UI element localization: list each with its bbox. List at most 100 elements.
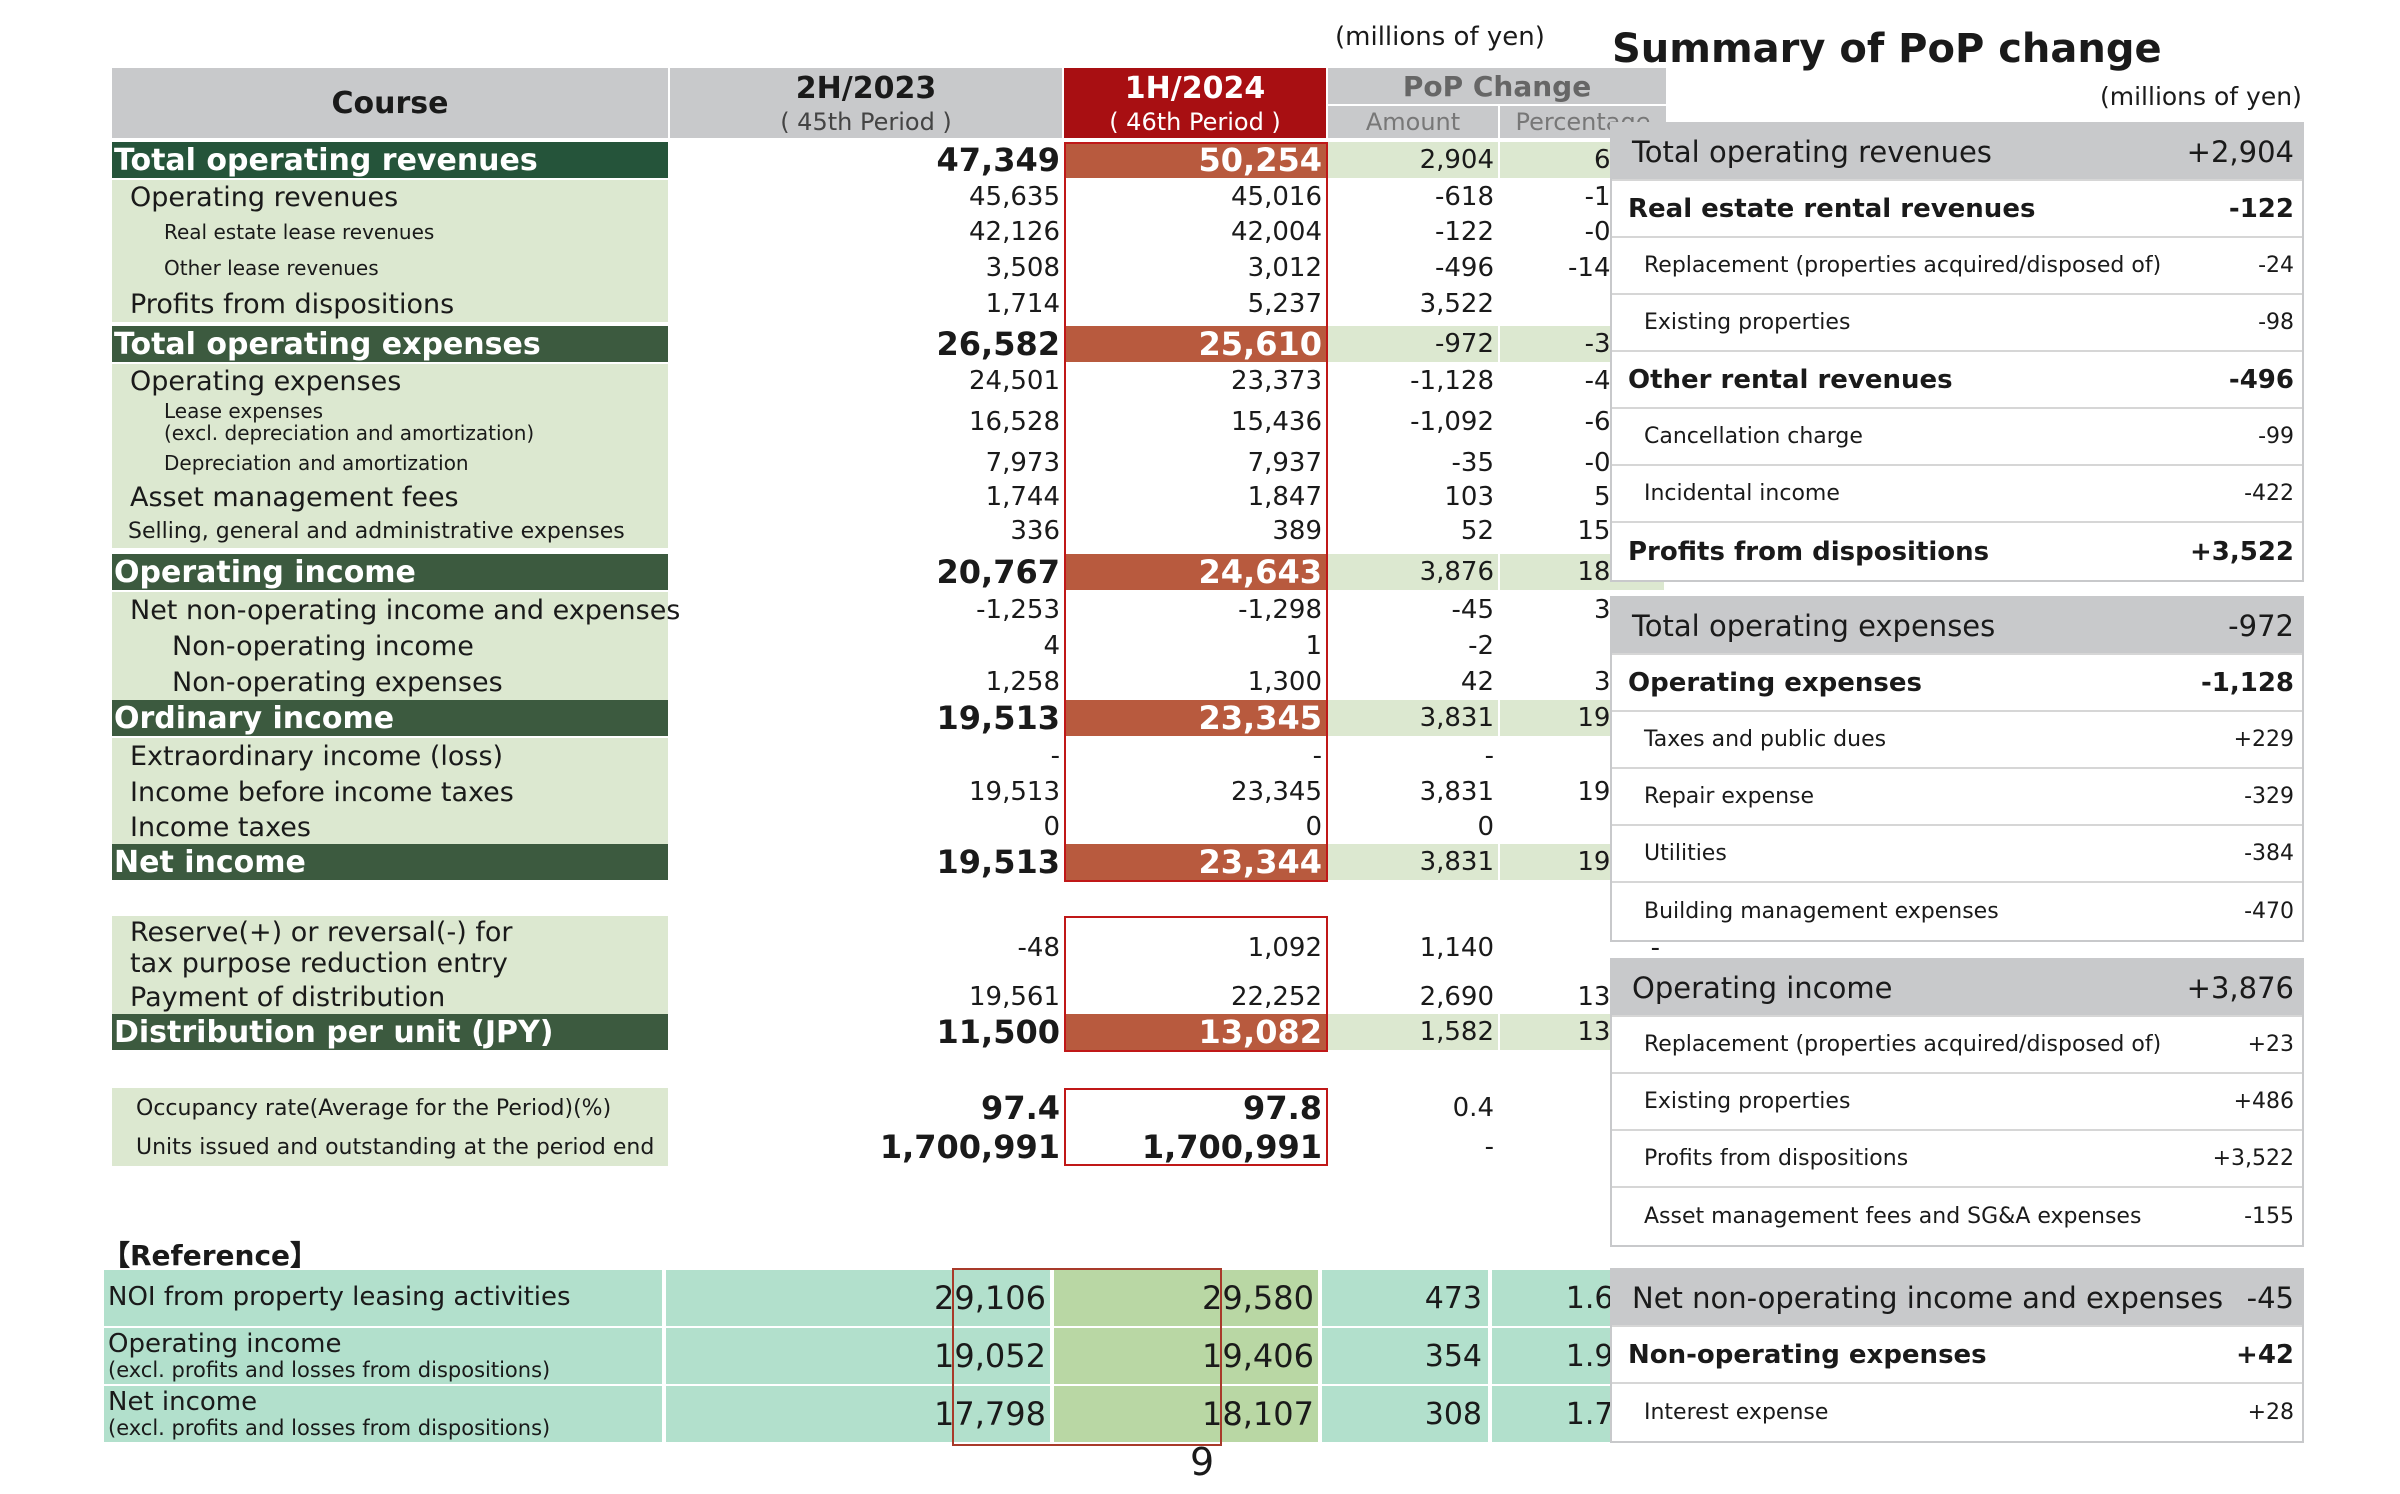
value-2h2023: 20,767 xyxy=(936,553,1060,591)
summary-row: Non-operating expenses +42 xyxy=(1612,1327,2302,1384)
value-1h2024: -1,298 xyxy=(1238,595,1322,625)
header-amount: Amount xyxy=(1328,106,1498,138)
summary-value: +3,522 xyxy=(2212,1146,2294,1171)
summary-label: Incidental income xyxy=(1644,481,1840,506)
value-2h2023: 19,513 xyxy=(936,699,1060,737)
value-amount: 3,831 xyxy=(1328,844,1498,880)
row-label: Extraordinary income (loss) xyxy=(112,738,668,774)
value-amount: -122 xyxy=(1434,217,1494,247)
value-amount: 0 xyxy=(1477,812,1494,842)
value-2h2023: 4 xyxy=(1043,631,1060,661)
summary-row: Building management expenses -470 xyxy=(1612,883,2302,940)
row-label: Operating income xyxy=(112,554,668,590)
value-2h2023: 1,258 xyxy=(985,667,1060,697)
summary-value: +2,904 xyxy=(2186,134,2294,169)
row-label: Total operating revenues xyxy=(112,142,668,178)
summary-row: Operating expenses -1,128 xyxy=(1612,655,2302,712)
value-1h2024: 7,937 xyxy=(1247,448,1322,478)
summary-row: Total operating expenses -972 xyxy=(1612,598,2302,655)
row-label: Operating revenues xyxy=(112,180,668,214)
value-amount: -618 xyxy=(1434,182,1494,212)
reference-label: Net income (excl. profits and losses fro… xyxy=(104,1386,662,1442)
value-1h2024: 1,092 xyxy=(1247,933,1322,963)
value-1h2024: 5,237 xyxy=(1247,289,1322,319)
row-label: Asset management fees xyxy=(112,480,668,514)
row-label: Non-operating income xyxy=(112,628,668,664)
row-label: Real estate lease revenues xyxy=(112,214,668,250)
summary-value: -99 xyxy=(2258,424,2294,449)
value-2h2023: 0 xyxy=(1043,812,1060,842)
summary-value: -45 xyxy=(2246,1280,2294,1315)
summary-label: Existing properties xyxy=(1644,310,1851,335)
value-amount: 103 xyxy=(1444,482,1494,512)
row-label: Operating expenses xyxy=(112,364,668,398)
value-amount: -2 xyxy=(1468,631,1494,661)
summary-label: Net non-operating income and expenses xyxy=(1632,1280,2224,1315)
reference-label-line1: Net income xyxy=(108,1387,258,1418)
reference-title: 【Reference】 xyxy=(102,1239,319,1272)
value-amount: 3,522 xyxy=(1419,289,1494,319)
row-label: Non-operating expenses xyxy=(112,664,668,700)
summary-label: Repair expense xyxy=(1644,784,1815,809)
value-2h2023: 97.4 xyxy=(981,1089,1060,1127)
value-amount: -45 xyxy=(1451,595,1494,625)
value-1h2024: 42,004 xyxy=(1231,217,1322,247)
summary-panel-expenses: Total operating expenses -972 Operating e… xyxy=(1610,596,2304,942)
value-2h2023: 47,349 xyxy=(936,141,1060,179)
value-2h2023: 1,714 xyxy=(985,289,1060,319)
summary-value: -496 xyxy=(2228,364,2294,395)
value-amount: 3,831 xyxy=(1419,777,1494,807)
value-2h2023: 42,126 xyxy=(969,217,1060,247)
summary-panel-non-operating: Net non-operating income and expenses -45… xyxy=(1610,1268,2304,1443)
summary-label: Replacement (properties acquired/dispose… xyxy=(1644,253,2162,278)
row-label: Ordinary income xyxy=(112,700,668,736)
row-label-line1: Lease expenses xyxy=(164,399,324,423)
value-1h2024: 23,345 xyxy=(1064,699,1326,737)
summary-unit-note: (millions of yen) xyxy=(2100,82,2302,111)
summary-value: -384 xyxy=(2244,841,2294,866)
summary-row: Other rental revenues -496 xyxy=(1612,352,2302,409)
value-amount: -35 xyxy=(1451,448,1494,478)
value-2h2023: 16,528 xyxy=(969,407,1060,437)
value-2h2023: 7,973 xyxy=(985,448,1060,478)
summary-value: +42 xyxy=(2236,1339,2294,1370)
summary-label: Profits from dispositions xyxy=(1628,536,1990,567)
value-2h2023: 24,501 xyxy=(969,366,1060,396)
summary-value: -155 xyxy=(2244,1204,2294,1229)
summary-label: Operating expenses xyxy=(1628,667,1922,698)
value-1h2024: - xyxy=(1312,741,1322,771)
reference-1h2024: 19,406 xyxy=(1054,1328,1318,1384)
summary-row: Profits from dispositions +3,522 xyxy=(1612,523,2302,580)
summary-label: Other rental revenues xyxy=(1628,364,1953,395)
value-2h2023: 336 xyxy=(1010,516,1060,546)
reference-label: Operating income (excl. profits and loss… xyxy=(104,1328,662,1384)
value-amount: -1,128 xyxy=(1410,366,1494,396)
header-1h2024-period: ( 46th Period ) xyxy=(1109,107,1281,136)
summary-row: Existing properties -98 xyxy=(1612,295,2302,352)
value-1h2024: 15,436 xyxy=(1231,407,1322,437)
value-1h2024: 3,012 xyxy=(1247,253,1322,283)
summary-value: +486 xyxy=(2233,1089,2294,1114)
reference-row: Operating income (excl. profits and loss… xyxy=(104,1328,1648,1384)
summary-label: Asset management fees and SG&A expenses xyxy=(1644,1204,2142,1229)
value-amount: - xyxy=(1484,741,1494,771)
row-label: Payment of distribution xyxy=(112,980,668,1014)
row-label: Occupancy rate(Average for the Period)(%… xyxy=(112,1088,668,1128)
value-1h2024: 23,344 xyxy=(1064,843,1326,881)
header-2h2023-title: 2H/2023 xyxy=(795,70,937,106)
value-amount: 1,582 xyxy=(1328,1014,1498,1050)
value-1h2024: 1,300 xyxy=(1247,667,1322,697)
value-1h2024: 1,700,991 xyxy=(1141,1128,1322,1166)
value-2h2023: 26,582 xyxy=(936,325,1060,363)
summary-label: Non-operating expenses xyxy=(1628,1339,1987,1370)
summary-row: Utilities -384 xyxy=(1612,826,2302,883)
summary-row: Cancellation charge -99 xyxy=(1612,409,2302,466)
reference-label-line1: Operating income xyxy=(108,1329,342,1360)
value-1h2024: 22,252 xyxy=(1231,982,1322,1012)
row-label: Units issued and outstanding at the peri… xyxy=(112,1128,668,1166)
summary-value: +3,522 xyxy=(2189,536,2294,567)
row-label-line2: (excl. depreciation and amortization) xyxy=(164,421,535,445)
reference-2h2023: 29,106 xyxy=(666,1270,1050,1326)
summary-row: Net non-operating income and expenses -45 xyxy=(1612,1270,2302,1327)
value-amount: 2,690 xyxy=(1419,982,1494,1012)
